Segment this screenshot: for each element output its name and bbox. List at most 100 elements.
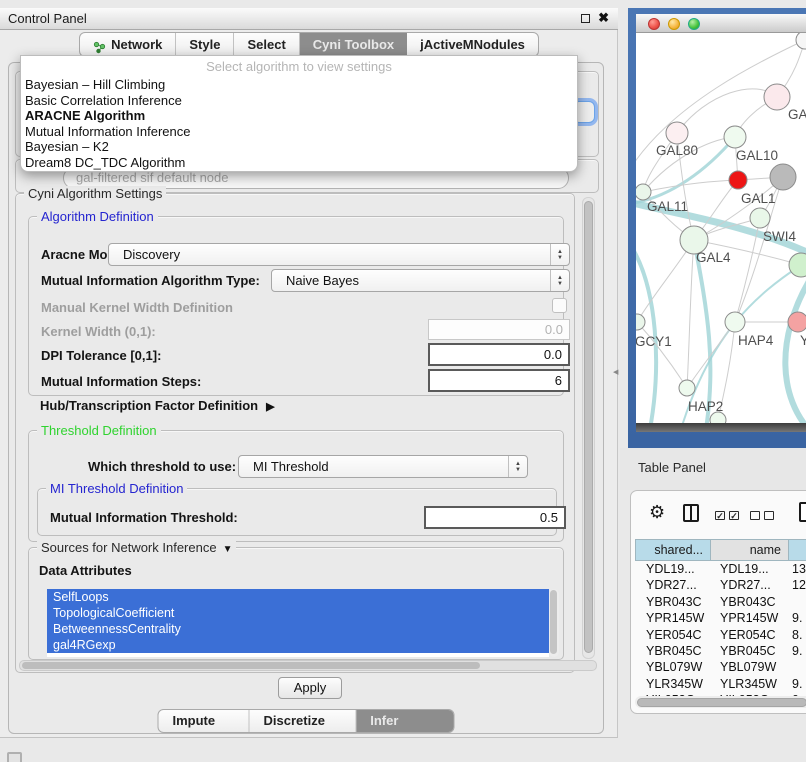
table-row[interactable]: YPR145WYPR145W9. [635, 610, 806, 626]
table-row[interactable]: YDL19...YDL19...13 [635, 561, 806, 577]
columns-icon[interactable] [683, 504, 699, 522]
settings-vertical-scrollbar[interactable] [582, 197, 595, 659]
tab-jactivemnodules[interactable]: jActiveMNodules [407, 33, 538, 56]
network-node-label: GAL10 [736, 148, 778, 163]
algorithm-option[interactable]: Basic Correlation Inference [21, 93, 577, 109]
algorithm-option[interactable]: Mutual Information Inference [21, 124, 577, 140]
network-node[interactable] [679, 380, 695, 396]
minimize-traffic-light-icon[interactable] [668, 18, 680, 30]
tab-network[interactable]: Network [80, 33, 176, 56]
network-node-label: GAL11 [647, 199, 688, 214]
expanded-arrow-icon: ▼ [223, 544, 233, 555]
table-row[interactable]: YER054CYER054C8. [635, 627, 806, 643]
table-horizontal-scrollbar[interactable] [635, 696, 806, 708]
tab-select[interactable]: Select [234, 33, 299, 56]
aracne-mode-select[interactable]: Discovery ▲▼ [108, 243, 570, 266]
table-row[interactable]: YBR045CYBR045C9. [635, 643, 806, 659]
table-cell: YDL19... [711, 561, 789, 577]
attribute-item[interactable]: SelfLoops [47, 589, 549, 605]
column-header[interactable]: name [711, 539, 789, 561]
manual-kernel-width-checkbox[interactable] [552, 298, 567, 313]
algorithm-placeholder: Select algorithm to view settings [21, 56, 577, 77]
which-threshold-label: Which threshold to use: [88, 459, 236, 474]
table-row[interactable]: YLR345WYLR345W9. [635, 676, 806, 692]
close-panel-icon[interactable]: ✖ [598, 10, 609, 26]
tab-impute-data[interactable]: Impute Data [159, 710, 250, 732]
network-node-label: GAL [788, 107, 806, 122]
gear-icon[interactable]: ⚙ [649, 502, 665, 523]
tab-infer-network[interactable]: Infer Network [356, 710, 453, 732]
algorithm-option[interactable]: Bayesian – Hill Climbing [21, 77, 577, 93]
algorithm-option[interactable]: Bayesian – K2 [21, 139, 577, 155]
column-header[interactable]: A [789, 539, 806, 561]
which-threshold-select[interactable]: MI Threshold ▲▼ [238, 455, 528, 478]
table-cell: YBR043C [635, 594, 711, 610]
attribute-item[interactable]: gal4RGexp [47, 637, 549, 653]
mi-steps-field[interactable]: 6 [428, 369, 570, 392]
network-edge [694, 240, 710, 423]
network-edge [637, 322, 687, 388]
tab-discretize-data[interactable]: Discretize Data [250, 710, 357, 732]
settings-horizontal-scrollbar[interactable] [19, 660, 597, 671]
tab-style[interactable]: Style [176, 33, 234, 56]
select-all-checkbox-icon[interactable]: ✓ [729, 511, 739, 520]
stepper-arrows-icon: ▲▼ [508, 456, 527, 477]
network-node[interactable] [636, 314, 645, 330]
network-node[interactable] [666, 122, 688, 144]
table-body: YDL19...YDL19...13YDR27...YDR27...12YBR0… [635, 561, 806, 709]
deselect-checkbox-icon[interactable] [750, 511, 760, 520]
network-node[interactable] [729, 171, 747, 189]
network-node[interactable] [750, 208, 770, 228]
apply-button[interactable]: Apply [278, 677, 342, 699]
network-node[interactable] [788, 312, 806, 332]
zoom-traffic-light-icon[interactable] [688, 18, 700, 30]
algorithm-option[interactable]: Dream8 DC_TDC Algorithm [21, 155, 577, 171]
window-shadow [636, 423, 806, 432]
close-traffic-light-icon[interactable] [648, 18, 660, 30]
algorithm-option[interactable]: ARACNE Algorithm [21, 108, 577, 124]
tab-label: jActiveMNodules [420, 33, 525, 56]
collapsed-panel-icon[interactable] [7, 752, 22, 762]
table-panel-title: Table Panel [638, 460, 706, 475]
table-row[interactable]: YDR27...YDR27...12 [635, 577, 806, 593]
data-attributes-list[interactable]: SelfLoopsTopologicalCoefficientBetweenne… [47, 589, 549, 657]
mi-steps-label: Mutual Information Steps: [41, 374, 201, 389]
cyni-algorithm-settings-group: Cyni Algorithm Settings Algorithm Defini… [15, 193, 575, 673]
select-all-checkbox-icon[interactable]: ✓ [715, 511, 725, 520]
hub-definition-toggle[interactable]: Hub/Transcription Factor Definition▶ [40, 398, 275, 413]
column-header[interactable]: shared... [635, 539, 711, 561]
attributes-scrollbar[interactable] [549, 589, 559, 657]
network-canvas[interactable]: GALGAL80GAL10GAL11GAL1SWI4GAL4GCY1HAP4YH… [636, 33, 806, 423]
network-node[interactable] [636, 184, 651, 200]
mi-algorithm-type-select[interactable]: Naive Bayes ▲▼ [271, 269, 570, 292]
control-panel-title: Control Panel [8, 8, 87, 30]
attribute-item[interactable]: TopologicalCoefficient [47, 605, 549, 621]
table-row[interactable]: YBR043CYBR043C [635, 594, 806, 610]
table-row[interactable]: YBL079WYBL079W [635, 659, 806, 675]
network-node[interactable] [789, 253, 806, 277]
aracne-mode-value: Discovery [123, 244, 180, 265]
network-node-label: SWI4 [763, 229, 796, 244]
sources-title[interactable]: Sources for Network Inference▼ [37, 540, 236, 555]
tab-cyni-toolbox[interactable]: Cyni Toolbox [300, 33, 407, 56]
network-node[interactable] [770, 164, 796, 190]
attribute-item[interactable]: BetweennessCentrality [47, 621, 549, 637]
control-panel-window: Control Panel ✖ Network StyleSelectCyni T… [0, 8, 618, 738]
cyni-settings-title: Cyni Algorithm Settings [24, 186, 166, 201]
kernel-width-field[interactable]: 0.0 [428, 319, 570, 340]
network-node[interactable] [725, 312, 745, 332]
splitter-collapse-arrow[interactable]: ◀ [613, 368, 618, 376]
kernel-width-label: Kernel Width (0,1): [41, 324, 156, 339]
dpi-tolerance-field[interactable]: 0.0 [428, 343, 570, 366]
stepper-arrows-icon: ▲▼ [550, 244, 569, 265]
network-node[interactable] [724, 126, 746, 148]
export-table-icon[interactable] [799, 502, 806, 522]
network-node[interactable] [796, 33, 806, 49]
network-node-label: HAP2 [688, 399, 723, 414]
network-node[interactable] [764, 84, 790, 110]
tab-label: Network [111, 33, 162, 56]
float-panel-icon[interactable] [581, 14, 590, 23]
deselect-checkbox-icon[interactable] [764, 511, 774, 520]
mi-threshold-field[interactable]: 0.5 [424, 506, 566, 529]
control-panel-titlebar: Control Panel ✖ [0, 8, 618, 30]
